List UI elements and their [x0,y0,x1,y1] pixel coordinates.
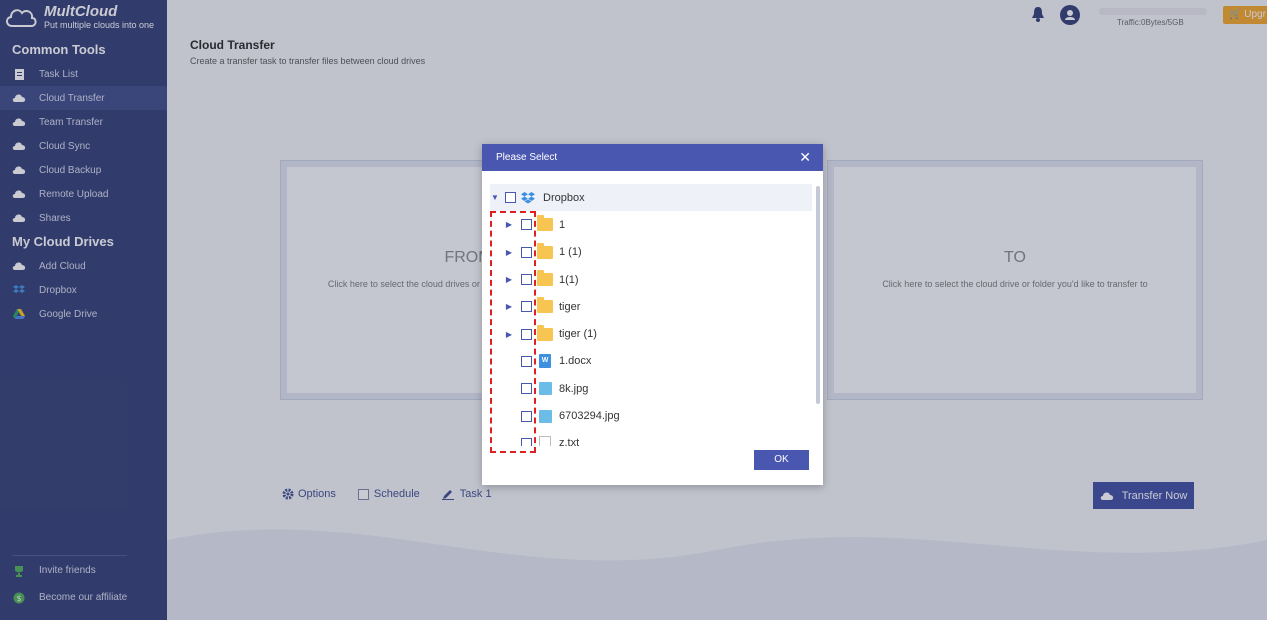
image-file-icon [539,382,552,396]
dialog-header: Please Select ✕ [482,144,823,171]
folder-icon [537,324,553,341]
tree-item[interactable]: 6703294.jpg [490,402,812,429]
tree-label: 6703294.jpg [559,410,620,423]
checkbox-highlight-box [490,211,536,453]
tree-item[interactable]: ▶ 1 (1) [490,239,812,266]
tree-label: tiger (1) [559,328,597,341]
folder-icon [537,270,553,287]
tree-item[interactable]: z.txt [490,430,812,446]
tree-label: 1 (1) [559,246,582,259]
close-icon[interactable]: ✕ [799,144,811,171]
tree-item[interactable]: W 1.docx [490,348,812,375]
tree-label: 1 [559,218,566,231]
tree-item[interactable]: ▶ 1(1) [490,266,812,293]
tree-item[interactable]: 8k.jpg [490,375,812,402]
folder-icon [537,242,553,259]
folder-icon [537,297,553,314]
folder-icon [537,215,553,232]
expand-down-icon[interactable]: ▼ [490,193,500,202]
tree-label: 1.docx [559,355,592,368]
tree-checkbox[interactable] [505,192,516,204]
tree-label: tiger [559,300,581,313]
tree-label: 8k.jpg [559,382,589,395]
tree-label: 1(1) [559,273,579,286]
text-file-icon [539,436,551,446]
tree-label: Dropbox [543,191,585,204]
ok-button[interactable]: OK [754,450,809,470]
word-file-icon: W [539,354,551,369]
tree-root-dropbox[interactable]: ▼ Dropbox [490,184,812,212]
tree-item[interactable]: ▶ tiger (1) [490,320,812,347]
tree-item[interactable]: ▶ tiger [490,293,812,320]
tree-label: z.txt [559,437,580,446]
tree-item[interactable]: ▶ 1 [490,211,812,238]
dropbox-icon [521,191,535,204]
scrollbar[interactable] [816,186,820,404]
dialog-title: Please Select [496,152,558,163]
image-file-icon [539,409,552,423]
file-tree: ▼ Dropbox ▶ 1 ▶ 1 (1) ▶ 1(1) ▶ tiger ▶ tiger (1) W… [490,184,812,446]
